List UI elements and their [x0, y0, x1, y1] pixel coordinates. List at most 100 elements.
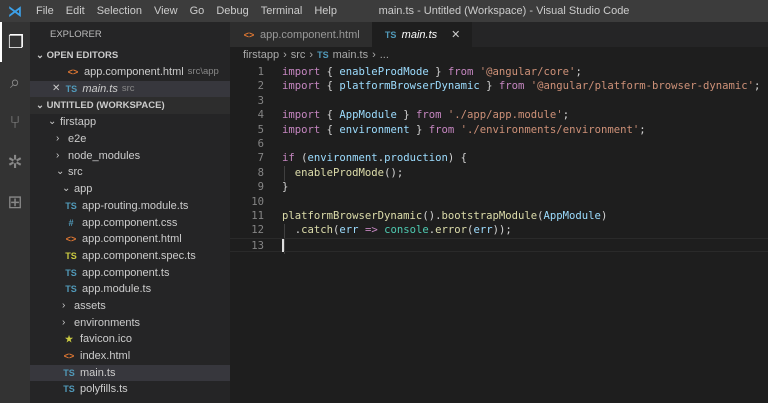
source-control-icon[interactable]: ⑂ — [0, 102, 30, 142]
tree-item-app[interactable]: ⌄ app — [30, 181, 230, 198]
tree-item-label: environments — [74, 316, 141, 329]
tree-item-label: e2e — [68, 133, 87, 146]
code-token: ; — [562, 109, 570, 122]
tree-item-label: app-routing.module.ts — [82, 199, 189, 212]
vscode-logo-icon: ⋊ — [8, 2, 22, 19]
chevron-down-icon: ⌄ — [56, 166, 65, 178]
tab-label: main.ts — [401, 28, 438, 41]
code-token: production — [384, 152, 448, 165]
file-path: src\app — [187, 66, 219, 77]
menu-selection[interactable]: Selection — [91, 5, 148, 17]
debug-icon[interactable]: ✲ — [0, 142, 30, 182]
typescript-icon: TS — [65, 200, 77, 211]
menu-help[interactable]: Help — [308, 5, 343, 17]
activity-bar: ❐ ⌕ ⑂ ✲ ⊞ — [0, 22, 30, 403]
css-icon: # — [68, 217, 74, 228]
tree-item-app-routing-module-ts[interactable]: TS app-routing.module.ts — [30, 198, 230, 215]
code-line: 12 . catch(err => console. error(err)); — [230, 223, 768, 237]
typescript-icon: TS — [65, 250, 77, 261]
code-line: 8 enableProdMode (); — [230, 166, 768, 180]
code-token: from — [447, 66, 474, 78]
tree-item-app-component-spec-ts[interactable]: TS app.component.spec.ts — [30, 248, 230, 265]
line-number: 6 — [257, 137, 264, 150]
code-token: '@angular/platform-browser-dynamic' — [530, 80, 755, 93]
breadcrumb-item[interactable]: main.ts — [333, 49, 368, 61]
menu-terminal[interactable]: Terminal — [255, 5, 309, 17]
tree-item-firstapp[interactable]: ⌄ firstapp — [30, 114, 230, 131]
tree-item-index-html[interactable]: <> index.html — [30, 348, 230, 365]
code-token: console — [384, 224, 429, 237]
chevron-right-icon: › — [62, 316, 66, 328]
menu-edit[interactable]: Edit — [60, 5, 91, 17]
workspace-header[interactable]: ⌄ UNTITLED (WORKSPACE) — [30, 97, 230, 115]
tree-item-favicon-ico[interactable]: ★ favicon.ico — [30, 331, 230, 348]
code-token: { — [320, 80, 340, 93]
open-editors-label: OPEN EDITORS — [46, 50, 119, 61]
file-path: src — [121, 82, 135, 94]
code-token: ) { — [447, 152, 468, 165]
code-token: environment — [307, 152, 378, 165]
tab-label: app.component.html — [260, 28, 360, 41]
code-token: => — [364, 224, 378, 237]
tree-item-e2e[interactable]: › e2e — [30, 131, 230, 148]
tree-item-app-component-html[interactable]: <> app.component.html — [30, 231, 230, 248]
tab-main-ts[interactable]: TS main.ts ✕ — [371, 22, 473, 47]
tree-item-label: src — [68, 166, 83, 179]
code-token: import — [282, 80, 321, 93]
html-icon: <> — [67, 67, 79, 77]
tree-item-app-component-css[interactable]: # app.component.css — [30, 215, 230, 232]
code-editor[interactable]: 1 import { enableProdMode } from '@angula… — [230, 65, 768, 253]
tree-item-src[interactable]: ⌄ src — [30, 164, 230, 181]
menu-debug[interactable]: Debug — [210, 5, 254, 17]
search-icon[interactable]: ⌕ — [0, 62, 30, 102]
code-line: 1 import { enableProdMode } from '@angula… — [230, 65, 768, 79]
open-editor-item[interactable]: <> app.component.html src\app — [30, 64, 230, 81]
breadcrumb-item[interactable]: src — [291, 49, 306, 61]
tree-item-label: favicon.ico — [80, 333, 132, 346]
breadcrumb-item[interactable]: ... — [380, 49, 389, 61]
typescript-icon: TS — [317, 50, 329, 60]
chevron-down-icon: ⌄ — [48, 116, 57, 128]
code-token: . — [282, 224, 302, 237]
tree-item-app-module-ts[interactable]: TS app.module.ts — [30, 281, 230, 298]
open-editors-header[interactable]: ⌄ OPEN EDITORS — [30, 47, 230, 64]
tree-item-polyfills-ts[interactable]: TS polyfills.ts — [30, 381, 230, 398]
open-editor-item[interactable]: ✕ TS main.ts src — [30, 80, 230, 98]
code-line: 11 platformBrowserDynamic (). bootstrapModu… — [230, 209, 768, 223]
code-token: { — [320, 109, 340, 122]
html-icon: <> — [243, 29, 255, 40]
typescript-icon: TS — [65, 83, 78, 94]
extensions-icon[interactable]: ⊞ — [0, 182, 30, 222]
line-number: 2 — [257, 80, 264, 93]
line-number: 13 — [251, 239, 264, 252]
code-token: import — [282, 123, 321, 136]
code-token: from — [415, 109, 442, 122]
typescript-icon: TS — [65, 267, 77, 278]
code-token: } — [282, 181, 289, 194]
line-number: 4 — [257, 109, 264, 122]
files-icon[interactable]: ❐ — [0, 22, 30, 62]
menu-file[interactable]: File — [30, 5, 60, 17]
tree-item-main-ts[interactable]: TS main.ts — [30, 364, 230, 382]
typescript-icon: TS — [384, 29, 397, 40]
close-icon[interactable]: ✕ — [52, 81, 60, 98]
tree-item-node-modules[interactable]: › node_modules — [30, 148, 230, 165]
code-line: 9} — [230, 180, 768, 194]
breadcrumb-item[interactable]: firstapp — [243, 49, 279, 61]
menu-view[interactable]: View — [148, 5, 184, 17]
line-number: 7 — [257, 152, 264, 165]
line-number: 1 — [257, 66, 264, 78]
close-tab-icon[interactable]: ✕ — [451, 28, 460, 41]
tab-app-component-html[interactable]: <> app.component.html — [230, 22, 372, 47]
menu-go[interactable]: Go — [184, 5, 211, 17]
code-token: import — [282, 66, 321, 78]
tree-item-assets[interactable]: › assets — [30, 298, 230, 315]
tree-item-label: app.component.html — [82, 233, 182, 246]
favicon-icon: ★ — [64, 334, 74, 345]
chevron-right-icon: › — [62, 299, 66, 311]
line-number: 10 — [251, 195, 264, 208]
tree-item-app-component-ts[interactable]: TS app.component.ts — [30, 265, 230, 282]
tree-item-label: index.html — [80, 350, 131, 362]
tree-item-environments[interactable]: › environments — [30, 315, 230, 332]
